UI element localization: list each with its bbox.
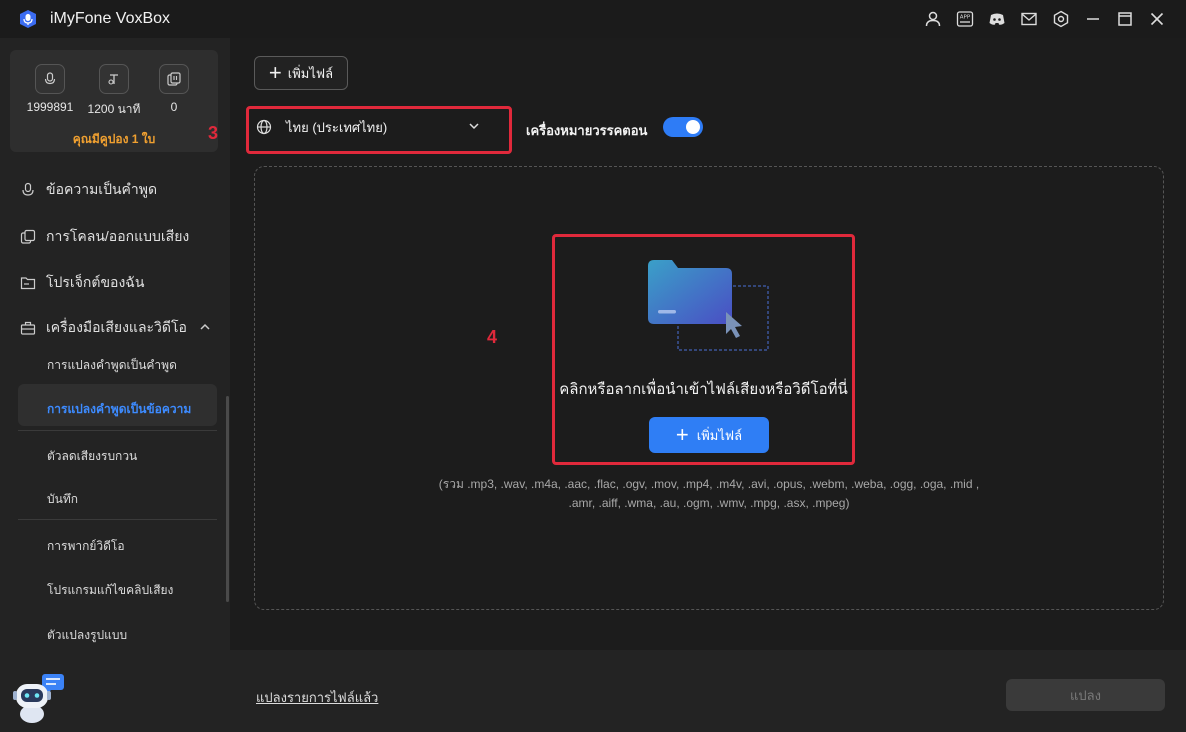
add-file-button[interactable]: + เพิ่มไฟล์ [254, 56, 348, 90]
add-file-label: เพิ่มไฟล์ [287, 65, 334, 81]
supported-formats: (รวม .mp3, .wav, .m4a, .aac, .flac, .ogv… [390, 475, 1028, 513]
stat-characters: 1999891 [20, 64, 80, 114]
toggle-knob [686, 120, 700, 134]
footer-bar: แปลงรายการไฟล์แล้ว แปลง [230, 650, 1186, 732]
globe-icon [256, 119, 272, 135]
chatbot-robot-icon[interactable] [12, 672, 68, 724]
mail-icon[interactable] [1019, 9, 1039, 29]
voice-chars-icon [35, 64, 65, 94]
drop-add-file-button[interactable]: + เพิ่มไฟล์ [649, 417, 769, 453]
minimize-icon[interactable] [1083, 9, 1103, 29]
nav-my-projects[interactable]: โปรเจ็กต์ของฉัน [20, 271, 144, 295]
nav-voice-clone-label: การโคลน/ออกแบบเสียง [46, 228, 190, 244]
divider [18, 430, 217, 431]
formats-line-2: .amr, .aiff, .wma, .au, .ogm, .wmv, .mpg… [568, 496, 850, 510]
stat-minutes-value: 1200 นาที [87, 102, 141, 116]
drop-add-file-label: เพิ่มไฟล์ [696, 427, 743, 443]
sub-speech-to-speech[interactable]: การแปลงคำพูดเป็นคำพูด [47, 356, 177, 375]
sidebar-scrollbar[interactable] [226, 396, 229, 602]
convert-button[interactable]: แปลง [1006, 679, 1165, 711]
drop-instructions: คลิกหรือลากเพื่อนำเข้าไฟล์เสียงหรือวิดีโ… [559, 381, 848, 398]
sub-format-converter[interactable]: ตัวแปลงรูปแบบ [47, 626, 127, 645]
divider [18, 519, 217, 520]
close-icon[interactable] [1147, 9, 1167, 29]
title-bar: iMyFone VoxBox APP [0, 0, 1186, 38]
chevron-down-icon [469, 123, 479, 130]
toolbox-icon [20, 321, 36, 335]
discord-icon[interactable] [987, 9, 1007, 29]
main-panel: + เพิ่มไฟล์ ไทย (ประเทศไทย) 3 เครื่องหมา… [208, 38, 1186, 650]
coupon-text[interactable]: คุณมีคูปอง 1 ใบ [10, 130, 218, 149]
app-window: iMyFone VoxBox APP 1999891 1200 นาที 0 ค… [0, 0, 1186, 732]
punctuation-label: เครื่องหมายวรรคตอน [526, 123, 648, 138]
clone-icon [20, 229, 36, 244]
microphone-icon [22, 182, 34, 196]
plus-icon: + [268, 60, 282, 85]
nav-text-to-speech[interactable]: ข้อความเป็นคำพูด [20, 178, 157, 202]
sidebar: 1999891 1200 นาที 0 คุณมีคูปอง 1 ใบ ข้อค… [0, 38, 230, 732]
nav-text-to-speech-label: ข้อความเป็นคำพูด [46, 181, 158, 197]
language-select[interactable]: ไทย (ประเทศไทย) [252, 112, 494, 142]
user-icon[interactable] [923, 9, 943, 29]
converted-files-link[interactable]: แปลงรายการไฟล์แล้ว [256, 687, 378, 708]
usage-stats-card: 1999891 1200 นาที 0 คุณมีคูปอง 1 ใบ [10, 50, 218, 152]
maximize-icon[interactable] [1115, 9, 1135, 29]
sub-speech-to-text[interactable]: การแปลงคำพูดเป็นข้อความ [47, 400, 191, 419]
punctuation-toggle[interactable] [663, 117, 703, 137]
clone-count-icon [159, 64, 189, 94]
app-icon[interactable]: APP [955, 9, 975, 29]
nav-voice-clone[interactable]: การโคลน/ออกแบบเสียง [20, 225, 189, 249]
folder-icon [20, 277, 36, 290]
stat-minutes: 1200 นาที [84, 64, 144, 119]
sub-record[interactable]: บันทึก [47, 490, 78, 509]
nav-audio-video-tools[interactable]: เครื่องมือเสียงและวิดีโอ [20, 316, 187, 340]
stat-clones-value: 0 [170, 100, 178, 114]
stat-clones: 0 [144, 64, 204, 114]
step-marker-3: 3 [208, 123, 219, 143]
folder-upload-icon [648, 260, 769, 351]
minutes-icon [99, 64, 129, 94]
nav-audio-video-tools-label: เครื่องมือเสียงและวิดีโอ [46, 319, 187, 335]
chevron-up-icon[interactable] [198, 320, 212, 334]
app-badge-text: APP [960, 15, 971, 21]
stat-characters-value: 1999891 [26, 100, 74, 114]
sub-audio-clip-editor[interactable]: โปรแกรมแก้ไขคลิปเสียง [47, 581, 173, 600]
app-title: iMyFone VoxBox [50, 10, 171, 27]
step-marker-4: 4 [487, 327, 498, 347]
settings-icon[interactable] [1051, 9, 1071, 29]
sub-video-dubbing[interactable]: การพากย์วิดีโอ [47, 537, 125, 556]
language-select-value: ไทย (ประเทศไทย) [286, 119, 388, 135]
nav-my-projects-label: โปรเจ็กต์ของฉัน [46, 274, 145, 290]
sub-noise-reducer[interactable]: ตัวลดเสียงรบกวน [47, 447, 137, 466]
formats-line-1: (รวม .mp3, .wav, .m4a, .aac, .flac, .ogv… [438, 477, 980, 491]
plus-icon: + [675, 422, 689, 447]
voxbox-logo-icon [20, 10, 36, 28]
